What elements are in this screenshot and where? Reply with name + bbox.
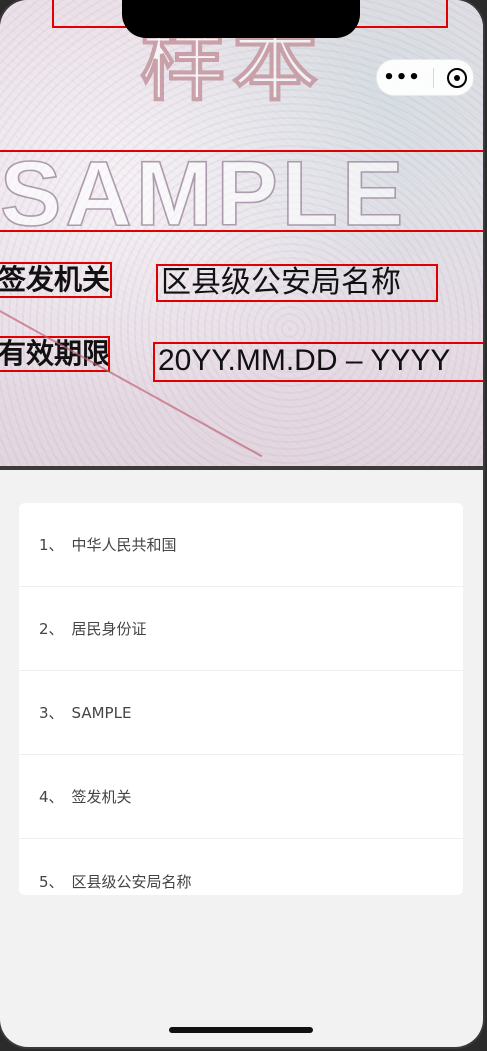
ocr-results-list: 1、 中华人民共和国 2、 居民身份证 3、 SAMPLE 4、 签发机关 5、…: [19, 503, 463, 895]
list-item-index: 4、: [39, 788, 64, 806]
list-item-text: 居民身份证: [71, 620, 147, 638]
list-item-index: 5、: [39, 872, 64, 891]
list-item-index: 2、: [39, 620, 64, 638]
list-item[interactable]: 3、 SAMPLE: [19, 671, 463, 755]
device-notch: [122, 0, 360, 38]
capsule-divider: [433, 67, 435, 88]
list-item[interactable]: 5、 区县级公安局名称: [19, 839, 463, 895]
ocr-box-authority-label: [0, 262, 112, 298]
miniprogram-capsule[interactable]: •••: [376, 59, 474, 96]
card-diagonal-line: [0, 310, 263, 458]
ocr-box-authority-value: [156, 264, 438, 302]
list-item[interactable]: 2、 居民身份证: [19, 587, 463, 671]
ocr-box-sample: [0, 150, 483, 232]
list-item-text: 签发机关: [71, 788, 132, 806]
phone-screen: 样本 SAMPLE 签发机关 区县级公安局名称 有效期限 20YY.MM.DD …: [0, 0, 483, 1047]
more-icon[interactable]: •••: [383, 68, 421, 87]
list-item-text: SAMPLE: [71, 703, 132, 722]
list-item-index: 3、: [39, 704, 64, 722]
ocr-box-validity-value: [153, 342, 483, 382]
target-icon[interactable]: [446, 67, 467, 88]
list-item-index: 1、: [39, 536, 64, 554]
list-item-text: 中华人民共和国: [71, 536, 177, 554]
photo-bottom-edge: [0, 466, 483, 470]
home-indicator: [169, 1027, 313, 1033]
list-item[interactable]: 1、 中华人民共和国: [19, 503, 463, 587]
list-item-text: 区县级公安局名称: [71, 872, 192, 891]
list-item[interactable]: 4、 签发机关: [19, 755, 463, 839]
